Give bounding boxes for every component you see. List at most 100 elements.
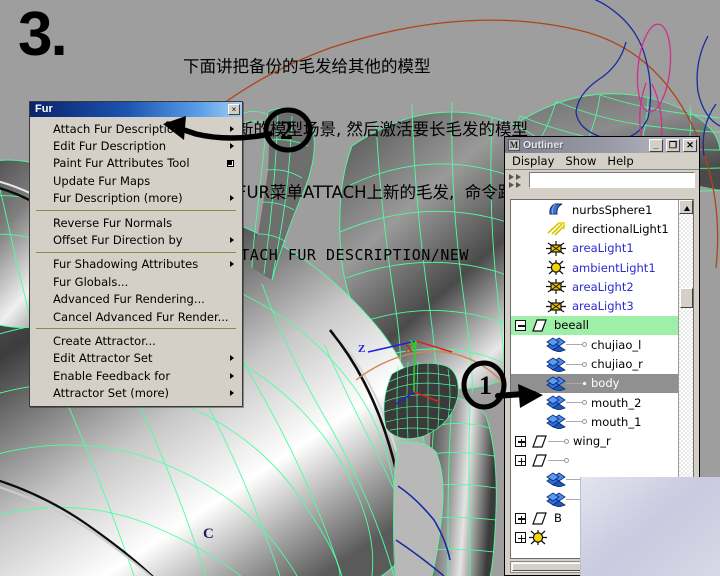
- outliner-row-label: directionalLight1: [572, 221, 669, 236]
- fur-menu-item[interactable]: Attractor Set (more): [30, 384, 242, 401]
- menu-display[interactable]: Display: [512, 154, 554, 168]
- fur-menu-item[interactable]: Reverse Fur Normals: [30, 214, 242, 231]
- outliner-row[interactable]: nurbsSphere1: [511, 200, 678, 219]
- outliner-row-label: areaLight1: [572, 241, 634, 256]
- nurbs-surface-icon: [546, 202, 566, 217]
- fur-menu-item[interactable]: Fur Shadowing Attributes: [30, 256, 242, 273]
- fur-menu-item[interactable]: Offset Fur Direction by: [30, 231, 242, 248]
- poly-mesh-icon: [546, 472, 566, 488]
- tree-node-dot[interactable]: [582, 342, 587, 348]
- tree-node-dot[interactable]: [582, 419, 587, 425]
- expand-icon[interactable]: [515, 512, 526, 524]
- scroll-up-button[interactable]: [679, 200, 693, 214]
- viewport-letter-c: C: [203, 526, 214, 542]
- poly-mesh-icon: [546, 492, 566, 508]
- fur-menu-item[interactable]: Enable Feedback for: [30, 367, 242, 384]
- outliner-row[interactable]: areaLight1: [511, 239, 678, 258]
- transform-node-icon: [528, 511, 548, 526]
- directional-light-icon: [546, 221, 566, 237]
- scrollbar-thumb[interactable]: [680, 288, 693, 308]
- expand-icon[interactable]: [515, 532, 526, 544]
- sort-order-icon[interactable]: [509, 173, 526, 188]
- outliner-titlebar[interactable]: M Outliner _ ❐ ✕: [505, 137, 699, 153]
- fur-menu-item-label: Fur Globals...: [53, 274, 129, 289]
- outliner-row[interactable]: mouth_2: [511, 393, 678, 412]
- tree-connector: [548, 460, 564, 461]
- minimize-icon[interactable]: _: [649, 138, 663, 152]
- annotation-label-2: 2: [280, 116, 293, 145]
- fur-menu-item-label: Fur Description (more): [53, 191, 183, 206]
- outliner-row[interactable]: [511, 451, 678, 470]
- fur-menu-item[interactable]: Attach Fur Description: [30, 120, 242, 137]
- menu-show[interactable]: Show: [565, 154, 596, 168]
- expand-icon[interactable]: [515, 455, 526, 466]
- outliner-row-label: body: [591, 376, 620, 391]
- tree-node-dot[interactable]: [582, 361, 587, 367]
- outliner-row[interactable]: directionalLight1: [511, 219, 678, 238]
- maximize-icon[interactable]: ❐: [666, 138, 680, 152]
- option-box-icon[interactable]: [227, 159, 234, 167]
- outliner-row[interactable]: wing_r: [511, 432, 678, 451]
- fur-menu-item-label: Reverse Fur Normals: [53, 215, 173, 230]
- outliner-search-row: [505, 170, 699, 190]
- tree-node-dot[interactable]: [564, 458, 569, 463]
- outliner-row[interactable]: beeall: [511, 315, 678, 336]
- fur-menu-item[interactable]: Advanced Fur Rendering...: [30, 291, 242, 308]
- fur-menu-item[interactable]: Update Fur Maps: [30, 172, 242, 189]
- fur-menu-items: Attach Fur Description Edit Fur Descripti…: [30, 117, 242, 406]
- fur-menu-item[interactable]: Create Attractor...: [30, 332, 242, 349]
- transform-node-icon: [528, 318, 548, 333]
- outliner-row-label: B: [554, 511, 562, 526]
- annotation-label-1: 1: [479, 371, 492, 400]
- outliner-row[interactable]: ambientLight1: [511, 258, 678, 277]
- fur-menu-item-label: Offset Fur Direction by: [53, 233, 183, 248]
- area-light-icon: [546, 279, 566, 295]
- fur-menu-window[interactable]: Fur × Attach Fur Description Edit Fur Des…: [29, 101, 243, 407]
- outliner-row-label: wing_r: [573, 434, 611, 449]
- outliner-row[interactable]: chujiao_l: [511, 335, 678, 354]
- fur-menu-titlebar[interactable]: Fur ×: [30, 102, 242, 117]
- outliner-row-label: areaLight3: [572, 299, 634, 314]
- outliner-row-label: mouth_1: [591, 414, 642, 429]
- tree-node-dot[interactable]: [564, 438, 569, 444]
- menu-separator: [36, 251, 236, 253]
- tree-connector: [566, 421, 582, 423]
- ambient-light-icon: [546, 260, 566, 276]
- fur-menu-item-label: Edit Fur Description: [53, 139, 167, 154]
- collapse-icon[interactable]: [515, 319, 526, 331]
- outliner-row-label: areaLight2: [572, 279, 634, 294]
- submenu-arrow-icon: [230, 355, 234, 362]
- fur-menu-item[interactable]: Fur Description (more): [30, 190, 242, 207]
- submenu-arrow-icon: [230, 390, 234, 397]
- tree-connector: [566, 344, 582, 346]
- menu-help[interactable]: Help: [607, 154, 633, 168]
- fur-menu-item[interactable]: Edit Attractor Set: [30, 350, 242, 367]
- close-icon[interactable]: ✕: [683, 138, 697, 152]
- fur-menu-item-label: Update Fur Maps: [53, 173, 151, 188]
- tree-node-dot[interactable]: [582, 400, 587, 406]
- minimize-glyph: _: [653, 139, 659, 150]
- close-icon[interactable]: ×: [228, 104, 240, 115]
- submenu-arrow-icon: [230, 143, 234, 150]
- outliner-row[interactable]: areaLight3: [511, 296, 678, 315]
- outliner-row[interactable]: areaLight2: [511, 277, 678, 296]
- fur-menu-title: Fur: [35, 103, 53, 115]
- outliner-title: Outliner: [523, 139, 564, 151]
- poly-mesh-icon: [546, 337, 566, 353]
- fur-menu-item[interactable]: Fur Globals...: [30, 273, 242, 290]
- fur-menu-item[interactable]: Paint Fur Attributes Tool: [30, 155, 242, 172]
- poly-mesh-icon: [546, 395, 566, 411]
- outliner-row[interactable]: chujiao_r: [511, 354, 678, 373]
- poly-mesh-icon: [546, 357, 566, 372]
- tree-connector: [566, 382, 582, 384]
- fur-menu-item[interactable]: Cancel Advanced Fur Render...: [30, 308, 242, 325]
- tree-node-dot[interactable]: [582, 380, 587, 386]
- expand-icon[interactable]: [515, 435, 526, 447]
- outliner-row[interactable]: mouth_1: [511, 412, 678, 431]
- fur-menu-item[interactable]: Edit Fur Description: [30, 137, 242, 154]
- menu-separator: [36, 209, 236, 211]
- fur-menu-item-label: Attach Fur Description: [53, 121, 182, 136]
- outliner-row[interactable]: body: [511, 373, 678, 393]
- search-input[interactable]: [529, 172, 695, 188]
- maya-logo-icon: M: [508, 139, 520, 151]
